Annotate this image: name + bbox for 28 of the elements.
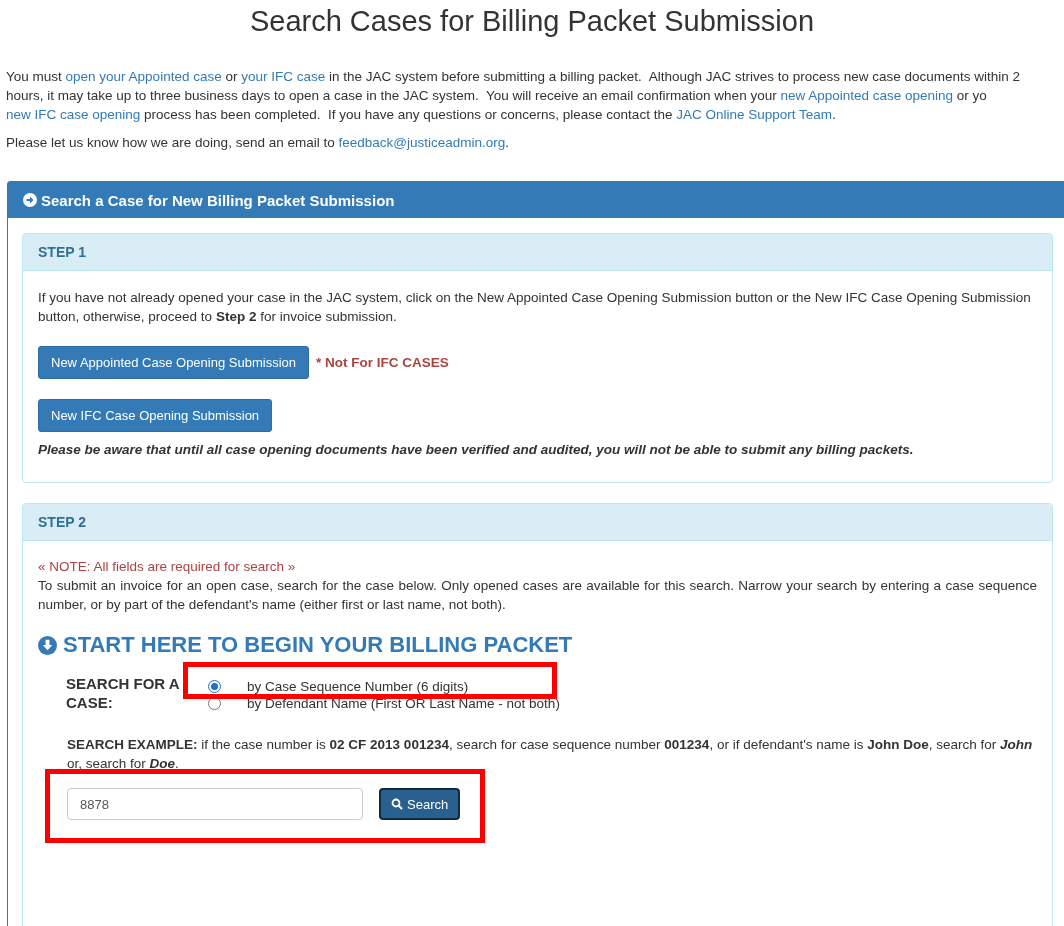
step-heading: STEP 2	[23, 504, 1052, 541]
text-link[interactable]: open your Appointed case	[65, 69, 222, 84]
text-link[interactable]: new Appointed case opening	[780, 88, 954, 103]
required-note: « NOTE: All fields are required for search »	[38, 558, 297, 576]
text-link[interactable]: your IFC case	[241, 69, 326, 84]
radio-option[interactable]: by Defendant Name (First OR Last Name - not both)	[208, 695, 560, 712]
radio-option[interactable]: by Case Sequence Number (6 digits)	[208, 678, 560, 695]
warning-note: * Not For IFC CASES	[316, 355, 449, 370]
step-heading: STEP 1	[23, 234, 1052, 271]
intro-text: You must open your Appointed case or your IFC case in the JAC system before submitting a billing packet. Although JAC strives to process new case documents within 2 hours, it may take up to three business days to open a case in the JAC system. You will receive an email confirmation when your new Appointed case opening or yo new IFC case opening process has been completed. If you have any questions or concerns, please contact the JAC Online Support Team.	[6, 68, 1022, 124]
search-button[interactable]: Search	[379, 788, 461, 820]
step-instructions: To submit an invoice for an open case, search for the case below. Only opened cases are available for this search. Narrow your search by entering a case sequence number, or by part of the defendant's name (either first or last name, not both).	[38, 577, 1037, 614]
text-link[interactable]: new IFC case opening	[6, 107, 141, 122]
feedback-text: Please let us know how we are doing, send an email to feedback@justiceadmin.org.	[6, 134, 510, 152]
search-field[interactable]: 8878	[67, 788, 363, 820]
arrow-circle-icon	[23, 193, 37, 207]
start-heading: START HERE TO BEGIN YOUR BILLING PACKET	[63, 632, 573, 658]
search-for-label: SEARCH FOR A CASE:	[66, 674, 181, 712]
new-case-button[interactable]: New Appointed Case Opening Submission	[38, 346, 309, 379]
step-instructions: If you have not already opened your case in the JAC system, click on the New Appointed Case Opening Submission button or the New IFC Case Opening Submission button, otherwise, proceed to Step 2 for invoice submission.	[38, 289, 1032, 326]
new-case-button[interactable]: New IFC Case Opening Submission	[38, 399, 273, 432]
panel-title: Search a Case for New Billing Packet Submission	[41, 191, 395, 209]
warning-text: Please be aware that until all case opening documents have been verified and audited, you will not be able to submit any billing packets.	[38, 442, 915, 457]
text-link[interactable]: JAC Online Support Team	[676, 107, 832, 122]
arrow-down-circle-icon	[38, 635, 57, 655]
search-example: SEARCH EXAMPLE: if the case number is 02 CF 2013 001234, search for case sequence number 001234, or if defendant's name is John Doe, search for John or, search for Doe.	[67, 736, 1034, 773]
page-title: Search Cases for Billing Packet Submission	[248, 4, 816, 39]
search-icon	[391, 798, 403, 810]
